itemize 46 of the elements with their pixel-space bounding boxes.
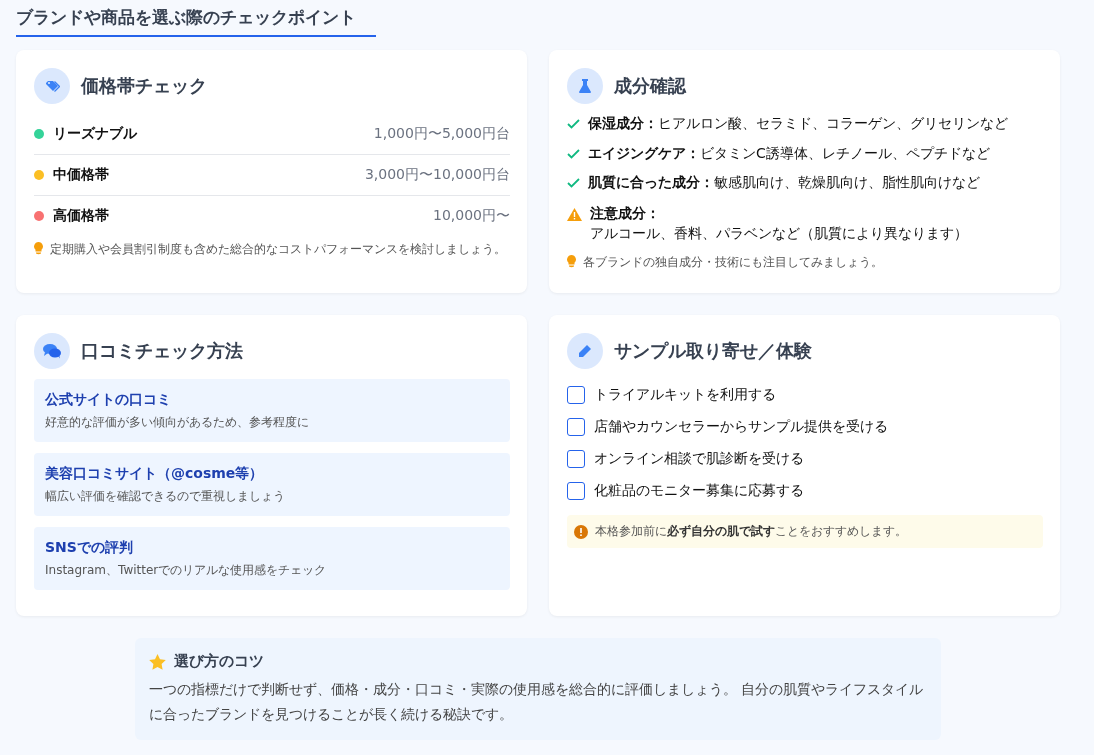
card-title: 口コミチェック方法 [81, 339, 243, 363]
check-icon [567, 178, 580, 189]
page-title: ブランドや商品を選ぶ際のチェックポイント [16, 6, 376, 37]
card-title: 成分確認 [614, 74, 686, 98]
price-tier-label: 中価格帯 [53, 166, 109, 184]
checkbox[interactable] [567, 418, 585, 436]
source-title: 公式サイトの口コミ [45, 391, 172, 409]
ingredient-text: 肌質に合った成分：敏感肌向け、乾燥肌向け、脂性肌向けなど [588, 173, 980, 193]
option-label: 化粧品のモニター募集に応募する [594, 482, 804, 500]
tag-icon [34, 68, 70, 104]
tip-title: 選び方のコツ [174, 652, 264, 671]
ingredient-text: 注意成分： アルコール、香料、パラベンなど（肌質により異なります） [590, 203, 968, 244]
price-tier-label: 高価格帯 [53, 207, 109, 225]
check-icon [567, 148, 580, 159]
source-description: Instagram、Twitterでのリアルな使用感をチェック [45, 562, 328, 579]
exclamation-icon [574, 524, 588, 539]
source-description: 幅広い評価を確認できるので重視しましょう [45, 488, 286, 505]
price-range: 3,000円〜10,000円台 [364, 166, 510, 184]
source-title: SNSでの評判 [45, 539, 134, 557]
ingredient-text: エイジングケア：ビタミンC誘導体、レチノール、ペプチドなど [588, 143, 990, 163]
lightbulb-icon [567, 255, 576, 269]
star-icon [149, 653, 166, 670]
tip-text: 定期購入や会員割引制度も含めた総合的なコストパフォーマンスを検討しましょう。 [50, 241, 506, 258]
notice-text: 本格参加前に必ず自分の肌で試すことをおすすめします。 [595, 523, 907, 540]
option-label: トライアルキットを利用する [594, 386, 776, 404]
checkbox[interactable] [567, 482, 585, 500]
lightbulb-icon [34, 242, 43, 255]
pencil-icon [567, 333, 603, 369]
price-tier-label: リーズナブル [53, 125, 137, 143]
ingredient-text: 保湿成分：ヒアルロン酸、セラミド、コラーゲン、グリセリンなど [588, 114, 1008, 133]
source-description: 好意的な評価が多い傾向があるため、参考程度に [45, 414, 310, 431]
warning-icon [567, 207, 582, 221]
option-label: オンライン相談で肌診断を受ける [594, 450, 804, 468]
check-icon [567, 119, 580, 129]
chat-bubbles-icon [34, 333, 70, 369]
price-range: 10,000円〜 [433, 207, 510, 225]
checkbox[interactable] [567, 386, 585, 404]
checkbox[interactable] [567, 450, 585, 468]
tip-paragraph: 一つの指標だけで判断せず、価格・成分・口コミ・実際の使用感を総合的に評価しましょう。 自分の肌質やライフスタイルに合ったブランドを見つけることが長く続ける秘訣です。 [149, 680, 925, 724]
card-title: 価格帯チェック [81, 74, 207, 98]
price-range: 1,000円〜5,000円台 [373, 125, 510, 143]
tip-text: 各ブランドの独自成分・技術にも注目してみましょう。 [583, 254, 883, 272]
option-label: 店舗やカウンセラーからサンプル提供を受ける [594, 418, 888, 436]
source-title: 美容口コミサイト（@cosme等） [45, 465, 265, 483]
card-title: サンプル取り寄せ／体験 [614, 339, 812, 363]
flask-icon [567, 68, 603, 104]
